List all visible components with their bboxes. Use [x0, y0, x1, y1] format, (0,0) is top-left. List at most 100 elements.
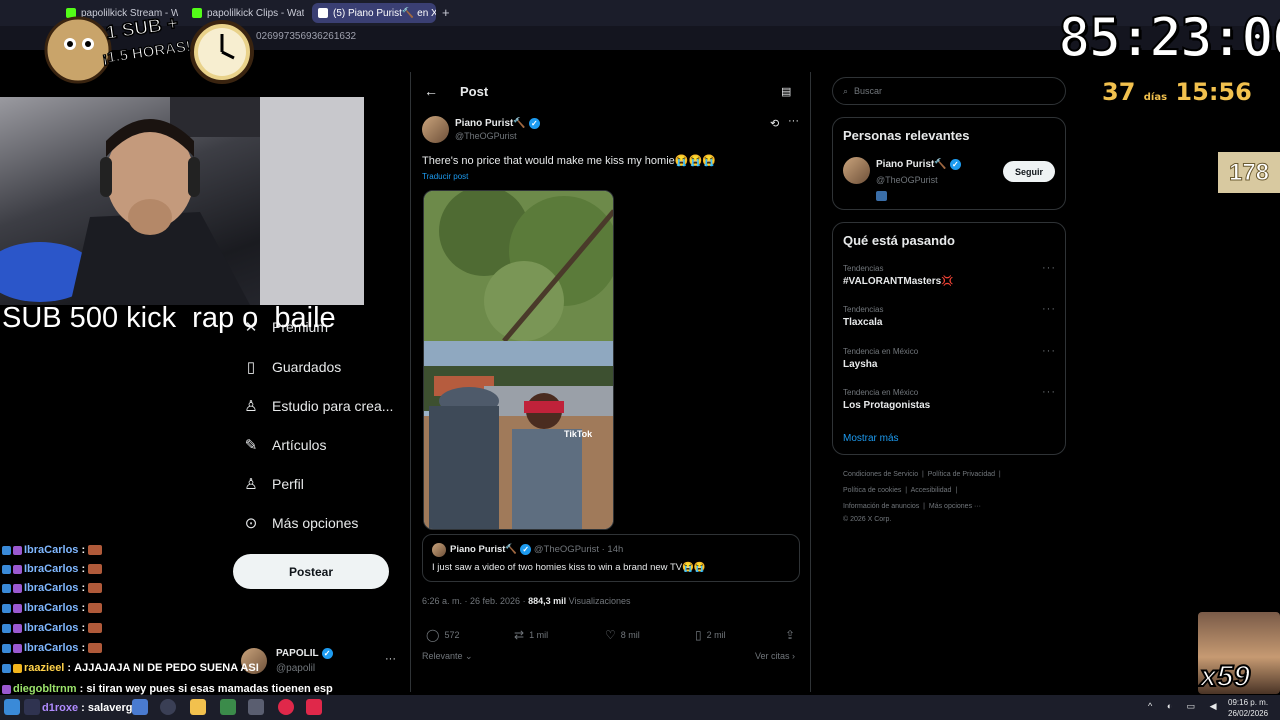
trend-category: Tendencia en México — [843, 347, 919, 356]
author-handle[interactable]: @TheOGPurist — [455, 131, 517, 141]
trend-more-icon[interactable]: ··· — [1042, 386, 1056, 398]
trend-name: Los Protagonistas — [843, 400, 931, 411]
footer-link[interactable]: Política de cookies — [843, 487, 901, 494]
footer-link[interactable]: Más opciones ··· — [929, 503, 981, 510]
repost-button[interactable]: ⇄ 1 mil — [514, 628, 548, 642]
obs-icon[interactable] — [248, 699, 264, 715]
nav-guardados[interactable]: ▯ Guardados — [242, 358, 341, 376]
author-name[interactable]: Piano Purist🔨 ✓ — [455, 118, 540, 129]
like-button[interactable]: ♡ 8 mil — [605, 628, 640, 642]
reply-button[interactable]: ◯ 572 — [426, 628, 459, 642]
verified-icon: ✓ — [321, 648, 333, 659]
search-placeholder: Buscar — [854, 86, 883, 96]
account-handle: @papolil — [276, 663, 316, 674]
page-title: Post — [460, 83, 489, 99]
trend-more-icon[interactable]: ··· — [1042, 303, 1056, 315]
person-avatar[interactable] — [843, 157, 870, 184]
days-number: 37 — [1102, 78, 1136, 106]
profile-icon: ♙ — [244, 476, 258, 493]
quote-text: I just saw a video of two homies kiss to… — [432, 562, 706, 573]
trend-item[interactable]: Tendencias #VALORANTMasters💢 — [843, 264, 954, 287]
show-more-link[interactable]: Mostrar más — [843, 433, 899, 444]
view-quotes-link[interactable]: Ver citas › — [755, 651, 795, 661]
badge-icon — [13, 583, 22, 593]
webcam-feed — [0, 97, 364, 305]
chat-message: IbraCarlos : — [2, 582, 104, 594]
taskview-icon[interactable] — [24, 699, 40, 715]
nav-label: Más opciones — [272, 515, 359, 531]
trend-more-icon[interactable]: ··· — [1042, 345, 1056, 357]
post-text: There's no price that would make me kiss… — [422, 155, 716, 167]
post-more-icon[interactable]: ··· — [788, 115, 799, 127]
chat-message: IbraCarlos : — [2, 602, 104, 614]
windows-start-icon[interactable] — [4, 699, 20, 715]
back-arrow-icon[interactable]: ← — [424, 83, 438, 99]
chat-message: d1roxe : salaverga — [42, 702, 139, 714]
stream-logo: 1 SUB + ¡1.5 HORAS! — [30, 2, 262, 94]
chevron-down-icon: ⌄ — [462, 651, 473, 661]
footer-link[interactable]: Accesibilidad — [911, 487, 952, 494]
author-name-text: Piano Purist🔨 — [455, 118, 526, 130]
opera-gx-icon[interactable] — [306, 699, 322, 715]
reader-mode-icon[interactable]: ▤ — [781, 85, 791, 98]
trend-more-icon[interactable]: ··· — [1042, 262, 1056, 274]
grok-icon[interactable]: ⟲ — [770, 117, 779, 130]
store-icon[interactable] — [132, 699, 148, 715]
gamepad-icon[interactable] — [220, 699, 236, 715]
system-tray-icons[interactable]: ^ ◐ ▭ ◀ — [1148, 701, 1223, 712]
emote-icon — [88, 564, 103, 574]
system-clock[interactable]: 09:16 p. m. 26/02/2026 — [1228, 697, 1268, 719]
folder-icon[interactable] — [190, 699, 206, 715]
trend-item[interactable]: Tendencia en México Los Protagonistas — [843, 388, 930, 411]
trend-name: Tlaxcala — [843, 317, 883, 328]
trend-item[interactable]: Tendencias Tlaxcala — [843, 305, 883, 328]
post-video[interactable]: TikTok — [423, 190, 614, 530]
person-bio-emoji — [876, 191, 887, 201]
new-tab-icon[interactable]: + — [442, 5, 450, 20]
share-icon: ⇪ — [785, 628, 796, 642]
nav-studio[interactable]: ♙ Estudio para crea... — [242, 397, 393, 415]
tab-label: (5) Piano Purist🔨 en X — [333, 7, 436, 19]
nav-perfil[interactable]: ♙ Perfil — [242, 475, 304, 493]
nav-label: Guardados — [272, 359, 342, 375]
heart-icon: ♡ — [605, 628, 616, 642]
account-name[interactable]: PAPOLIL ✓ — [276, 648, 333, 659]
opera-icon[interactable] — [278, 699, 294, 715]
bookmark-button[interactable]: ▯ 2 mil — [695, 628, 726, 642]
badge-icon — [2, 623, 11, 633]
quote-author-name: Piano Purist🔨 — [450, 544, 518, 556]
trend-item[interactable]: Tendencia en México Laysha — [843, 347, 918, 370]
nav-articulos[interactable]: ✎ Artículos — [242, 436, 327, 454]
tiktok-watermark: TikTok — [564, 429, 593, 439]
author-avatar[interactable] — [422, 116, 449, 143]
post-button[interactable]: Postear — [233, 554, 389, 589]
badge-icon — [2, 643, 11, 653]
nav-mas-opciones[interactable]: ⊙ Más opciones — [242, 514, 359, 532]
chat-user: d1roxe — [42, 702, 79, 714]
post-meta: 6:26 a. m. · 26 feb. 2026 · 884,3 mil Vi… — [422, 596, 631, 606]
account-menu-icon[interactable]: ··· — [385, 653, 396, 665]
browser-tab-x[interactable]: (5) Piano Purist🔨 en X — [312, 3, 436, 23]
follow-button[interactable]: Seguir — [1003, 161, 1055, 182]
trend-name: Laysha — [843, 359, 878, 370]
badge-icon — [13, 663, 22, 673]
url-text[interactable]: 026997356936261632 — [256, 31, 356, 42]
reply-sort[interactable]: Relevante ⌄ — [422, 651, 473, 662]
badge-icon — [13, 564, 22, 574]
footer-link[interactable]: Política de Privacidad — [928, 471, 995, 478]
person-name[interactable]: Piano Purist🔨 ✓ — [876, 159, 961, 170]
footer-row: Información de anuncios | Más opciones ·… — [843, 503, 982, 510]
post-header: ← Post ▤ — [411, 72, 810, 110]
person-name-text: Piano Purist🔨 — [876, 159, 947, 171]
search-input[interactable]: ⌕ Buscar — [832, 77, 1066, 105]
quoted-post[interactable] — [422, 534, 800, 582]
chat-message: IbraCarlos : — [2, 544, 104, 556]
share-button[interactable]: ⇪ — [785, 628, 800, 642]
footer-link[interactable]: Condiciones de Servicio — [843, 471, 918, 478]
steam-icon[interactable] — [160, 699, 176, 715]
translate-link[interactable]: Traducir post — [422, 172, 468, 181]
footer-link[interactable]: Información de anuncios — [843, 503, 919, 510]
bookmark-count: 2 mil — [706, 630, 726, 640]
view-quotes-label: Ver citas — [755, 651, 790, 661]
video-frame — [424, 191, 613, 529]
